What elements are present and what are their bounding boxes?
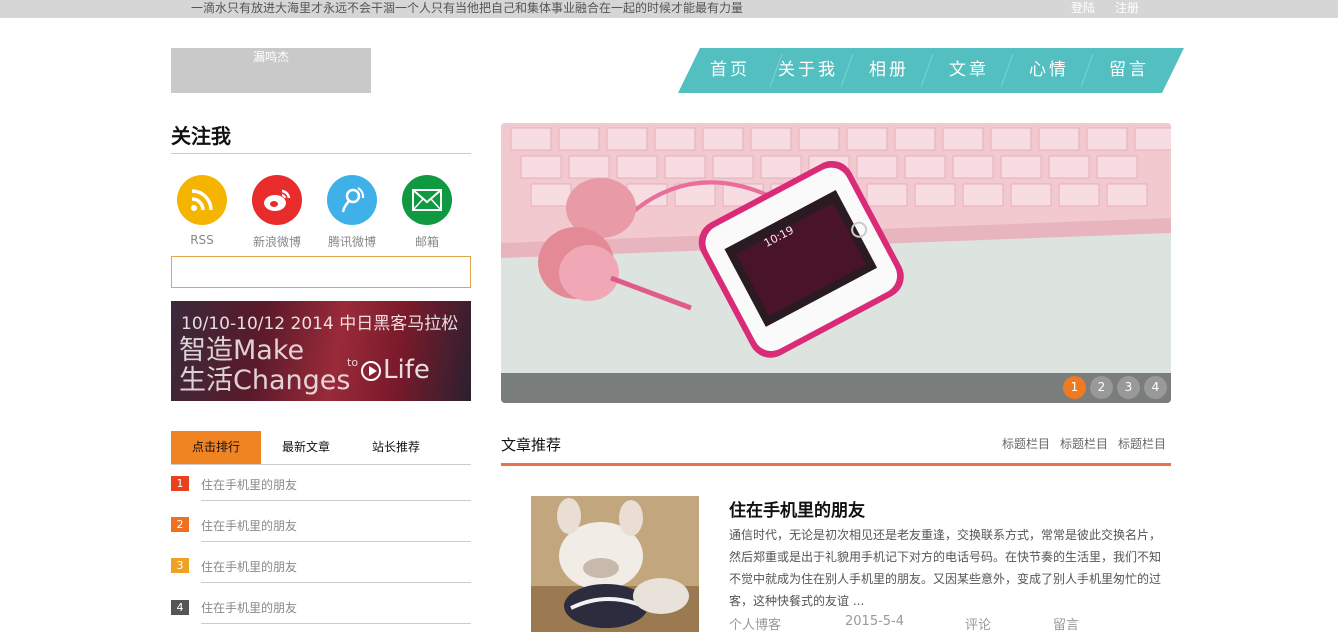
banner-line-3: 生活Changes	[179, 365, 351, 396]
rank-number: 3	[171, 558, 189, 573]
divider	[201, 541, 471, 542]
follow-title: 关注我	[171, 124, 231, 148]
article-title[interactable]: 住在手机里的朋友	[729, 496, 865, 521]
login-link[interactable]: 登陆	[1071, 0, 1095, 17]
tab-click-ranking[interactable]: 点击排行	[171, 431, 261, 464]
section-divider	[501, 463, 1171, 466]
top-bar: 一滴水只有放进大海里才永远不会干涸一个人只有当他把自己和集体事业融合在一起的时候…	[0, 0, 1338, 18]
play-icon	[361, 361, 381, 381]
section-link[interactable]: 标题栏目	[1060, 435, 1108, 452]
social-label: 新浪微博	[252, 235, 301, 249]
banner-life: Life	[383, 355, 430, 385]
nav-item-album[interactable]: 相册	[869, 48, 909, 93]
image-slider[interactable]: 10:19 1 2 3 4	[501, 123, 1171, 403]
divider	[171, 464, 471, 465]
nav-item-articles[interactable]: 文章	[949, 48, 989, 93]
banner-line-1: 10/10-10/12 2014 中日黑客马拉松	[181, 314, 459, 334]
tab-recommended[interactable]: 站长推荐	[351, 431, 441, 464]
article-message-link[interactable]: 留言	[1053, 614, 1079, 633]
slider-dot-4[interactable]: 4	[1144, 376, 1167, 399]
social-label: RSS	[190, 233, 214, 247]
divider	[201, 582, 471, 583]
article-thumbnail[interactable]	[531, 496, 699, 632]
tencent-weibo-icon	[327, 175, 377, 225]
rank-item-link[interactable]: 住在手机里的朋友	[201, 558, 297, 575]
slider-image: 10:19	[501, 123, 1171, 403]
slogan-text: 一滴水只有放进大海里才永远不会干涸一个人只有当他把自己和集体事业融合在一起的时候…	[191, 1, 744, 15]
rank-number: 4	[171, 600, 189, 615]
rank-number: 1	[171, 476, 189, 491]
social-tencent-weibo[interactable]: 腾讯微博	[326, 175, 378, 250]
social-label: 腾讯微博	[327, 235, 376, 249]
main-nav: 首页 关于我 相册 文章 心情 留言	[678, 48, 1184, 93]
social-label: 邮箱	[414, 235, 439, 249]
section-link[interactable]: 标题栏目	[1118, 435, 1166, 452]
dog-image	[531, 496, 699, 632]
article-summary: 通信时代，无论是初次相见还是老友重逢，交换联系方式，常常是彼此交换名片，然后郑重…	[729, 528, 1162, 608]
nav-item-message[interactable]: 留言	[1109, 48, 1149, 93]
article-comment-link[interactable]: 评论	[965, 614, 991, 633]
divider	[201, 500, 471, 501]
banner-line-2: 智造Make	[179, 335, 305, 366]
ad-banner[interactable]: 10/10-10/12 2014 中日黑客马拉松 智造Make 生活Change…	[171, 301, 471, 401]
nav-item-mood[interactable]: 心情	[1029, 48, 1069, 93]
social-weibo[interactable]: 新浪微博	[251, 175, 303, 250]
social-rss[interactable]: RSS	[176, 175, 228, 247]
banner-to: to	[347, 356, 359, 369]
register-link[interactable]: 注册	[1115, 0, 1139, 17]
section-title: 文章推荐	[501, 436, 562, 454]
nav-item-about[interactable]: 关于我	[778, 48, 838, 93]
divider	[201, 623, 471, 624]
rank-number: 2	[171, 517, 189, 532]
rank-item-link[interactable]: 住在手机里的朋友	[201, 476, 297, 493]
article-date: 2015-5-4	[845, 614, 905, 629]
article-author[interactable]: 个人博客	[729, 614, 781, 633]
slider-dot-1[interactable]: 1	[1063, 376, 1086, 399]
divider	[171, 153, 471, 154]
social-mail[interactable]: 邮箱	[401, 175, 453, 250]
rss-icon	[177, 175, 227, 225]
sidebar-search-input[interactable]	[171, 256, 471, 288]
tab-latest-articles[interactable]: 最新文章	[261, 431, 351, 464]
weibo-icon	[252, 175, 302, 225]
rank-item-link[interactable]: 住在手机里的朋友	[201, 517, 297, 534]
slider-dot-2[interactable]: 2	[1090, 376, 1113, 399]
slider-dot-3[interactable]: 3	[1117, 376, 1140, 399]
nav-item-home[interactable]: 首页	[710, 48, 750, 93]
mail-icon	[402, 175, 452, 225]
rank-item-link[interactable]: 住在手机里的朋友	[201, 599, 297, 616]
ranking-tabs: 点击排行 最新文章 站长推荐	[171, 431, 471, 464]
section-link[interactable]: 标题栏目	[1002, 435, 1050, 452]
site-logo[interactable]: 漏鸣杰	[171, 48, 371, 93]
